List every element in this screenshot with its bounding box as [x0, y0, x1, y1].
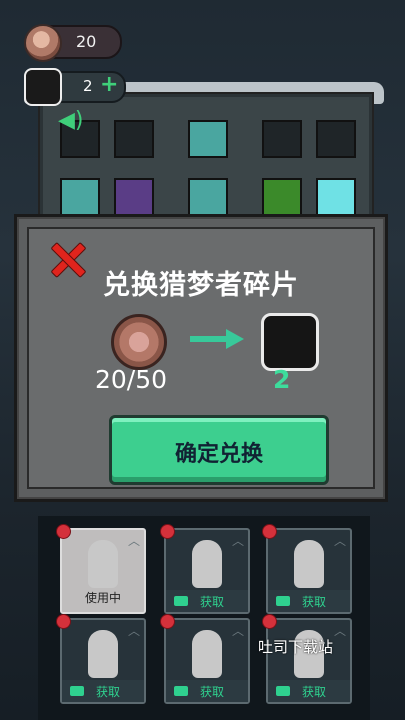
puzzle-piece-icon — [261, 313, 319, 371]
chevron-up-icon: ︿ — [127, 624, 140, 638]
character-card[interactable]: ︿ 获取 — [56, 614, 146, 704]
character-avatar — [192, 630, 222, 678]
notification-badge — [56, 614, 71, 629]
notification-badge — [262, 524, 277, 539]
confirm-exchange-label: 确定兑换 — [174, 442, 263, 467]
dialog-panel: 兑换猎梦者碎片 20/50 2 确定兑换 — [27, 227, 375, 489]
exchange-dialog: 兑换猎梦者碎片 20/50 2 确定兑换 — [14, 214, 388, 502]
notification-badge — [262, 614, 277, 629]
chevron-up-icon: ︿ — [127, 534, 140, 548]
get-label: 获取 — [302, 685, 327, 699]
piece-count: 2 — [83, 77, 93, 95]
dialog-title: 兑换猎梦者碎片 — [103, 270, 299, 301]
get-button[interactable]: 获取 — [268, 680, 350, 702]
exchange-cost: 20/50 — [95, 365, 168, 394]
window — [316, 178, 356, 216]
video-icon — [276, 686, 290, 696]
watermark-text: 吐司下载站 — [258, 638, 334, 656]
get-button[interactable]: 获取 — [268, 590, 350, 612]
window — [60, 178, 100, 216]
character-card[interactable]: ︿ 获取 — [160, 524, 250, 614]
get-label: 获取 — [200, 595, 225, 609]
get-button[interactable]: 获取 — [166, 590, 248, 612]
arrow-right-icon — [190, 329, 244, 349]
window — [188, 178, 228, 216]
chevron-up-icon: ︿ — [333, 534, 346, 548]
character-avatar — [192, 540, 222, 588]
add-pieces-button[interactable]: + — [100, 74, 120, 96]
confirm-exchange-button[interactable]: 确定兑换 — [109, 415, 329, 485]
get-label: 获取 — [200, 685, 225, 699]
video-icon — [174, 686, 188, 696]
coin-icon — [111, 314, 167, 370]
coin-icon — [24, 24, 62, 62]
window — [262, 120, 302, 158]
piece-counter: 2 + — [24, 68, 126, 106]
window — [262, 178, 302, 216]
character-roster: ︿ 使用中 ︿ 获取 ︿ 获取 ︿ 获取 ︿ 获取 ︿ 获取 — [38, 516, 370, 720]
chevron-up-icon: ︿ — [333, 624, 346, 638]
window — [114, 120, 154, 158]
notification-badge — [56, 524, 71, 539]
speaker-icon[interactable]: ◀) — [58, 108, 88, 136]
notification-badge — [160, 524, 175, 539]
get-label: 获取 — [302, 595, 327, 609]
video-icon — [174, 596, 188, 606]
character-avatar — [294, 540, 324, 588]
character-avatar — [88, 630, 118, 678]
exchange-gain: 2 — [273, 365, 291, 394]
window — [316, 120, 356, 158]
character-avatar — [88, 540, 118, 588]
status-label: 使用中 — [84, 591, 121, 605]
get-button[interactable]: 获取 — [166, 680, 248, 702]
video-icon — [70, 686, 84, 696]
character-card[interactable]: ︿ 获取 — [160, 614, 250, 704]
puzzle-piece-icon — [24, 68, 62, 106]
window — [114, 178, 154, 216]
coin-counter: 20 — [24, 24, 122, 62]
chevron-up-icon: ︿ — [231, 624, 244, 638]
character-card[interactable]: ︿ 获取 — [262, 524, 352, 614]
chevron-up-icon: ︿ — [231, 534, 244, 548]
window — [188, 120, 228, 158]
video-icon — [276, 596, 290, 606]
notification-badge — [160, 614, 175, 629]
coin-count: 20 — [76, 32, 97, 51]
character-card[interactable]: ︿ 获取 — [262, 614, 352, 704]
get-button[interactable]: 获取 — [62, 680, 144, 702]
get-label: 获取 — [96, 685, 121, 699]
character-card[interactable]: ︿ 使用中 — [56, 524, 146, 614]
